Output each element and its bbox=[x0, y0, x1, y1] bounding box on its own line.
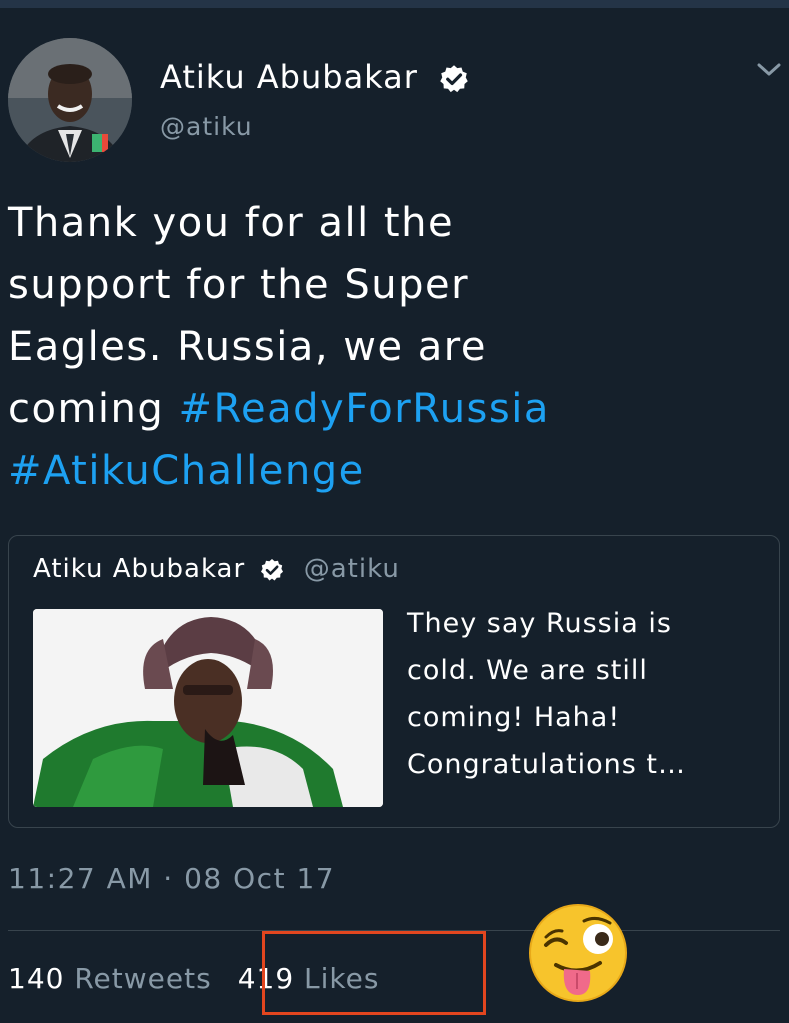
quoted-tweet-image[interactable] bbox=[33, 609, 383, 807]
author-avatar[interactable] bbox=[8, 38, 132, 162]
hashtag-link-ready-for-russia[interactable]: #ReadyForRussia bbox=[179, 386, 550, 432]
quoted-tweet-header: Atiku Abubakar @atiku bbox=[33, 554, 400, 584]
retweets-count: 140 bbox=[8, 962, 65, 995]
quoted-tweet-card[interactable]: Atiku Abubakar @atiku They say Russia is… bbox=[8, 535, 780, 828]
tweet-text-line: Eagles. Russia, we are bbox=[8, 324, 487, 370]
author-handle[interactable]: @atiku bbox=[160, 112, 253, 141]
chevron-down-icon[interactable] bbox=[756, 60, 782, 80]
quoted-text-line: They say Russia is bbox=[407, 608, 672, 639]
tweet-text-line: coming #ReadyForRussia bbox=[8, 378, 768, 440]
quoted-text-line: Congratulations t… bbox=[407, 749, 686, 780]
tweet-text-line: Thank you for all the bbox=[8, 200, 455, 246]
quoted-text-line: coming! Haha! bbox=[407, 702, 621, 733]
tweet-text-segment: coming bbox=[8, 386, 179, 432]
likes-highlight-box bbox=[262, 931, 486, 1015]
tweet-text: Thank you for all the support for the Su… bbox=[8, 192, 768, 502]
author-name-text[interactable]: Atiku Abubakar bbox=[160, 58, 418, 96]
winking-tongue-emoji-icon bbox=[529, 904, 627, 1002]
quoted-text-line: cold. We are still bbox=[407, 655, 648, 686]
tweet-text-line: support for the Super bbox=[8, 262, 470, 308]
quoted-author-handle: @atiku bbox=[303, 554, 400, 584]
quoted-tweet-text: They say Russia is cold. We are still co… bbox=[407, 600, 777, 788]
author-display-name[interactable]: Atiku Abubakar bbox=[160, 58, 469, 96]
hashtag-link-atiku-challenge[interactable]: #AtikuChallenge bbox=[8, 440, 768, 502]
verified-badge-icon bbox=[261, 558, 284, 580]
tweet-timestamp[interactable]: 11:27 AM · 08 Oct 17 bbox=[8, 862, 335, 895]
retweets-label: Retweets bbox=[74, 962, 212, 995]
quoted-author-name: Atiku Abubakar bbox=[33, 554, 246, 584]
verified-badge-icon bbox=[440, 65, 468, 93]
retweets-stat[interactable]: 140 Retweets bbox=[8, 962, 212, 995]
top-bar bbox=[0, 0, 789, 8]
